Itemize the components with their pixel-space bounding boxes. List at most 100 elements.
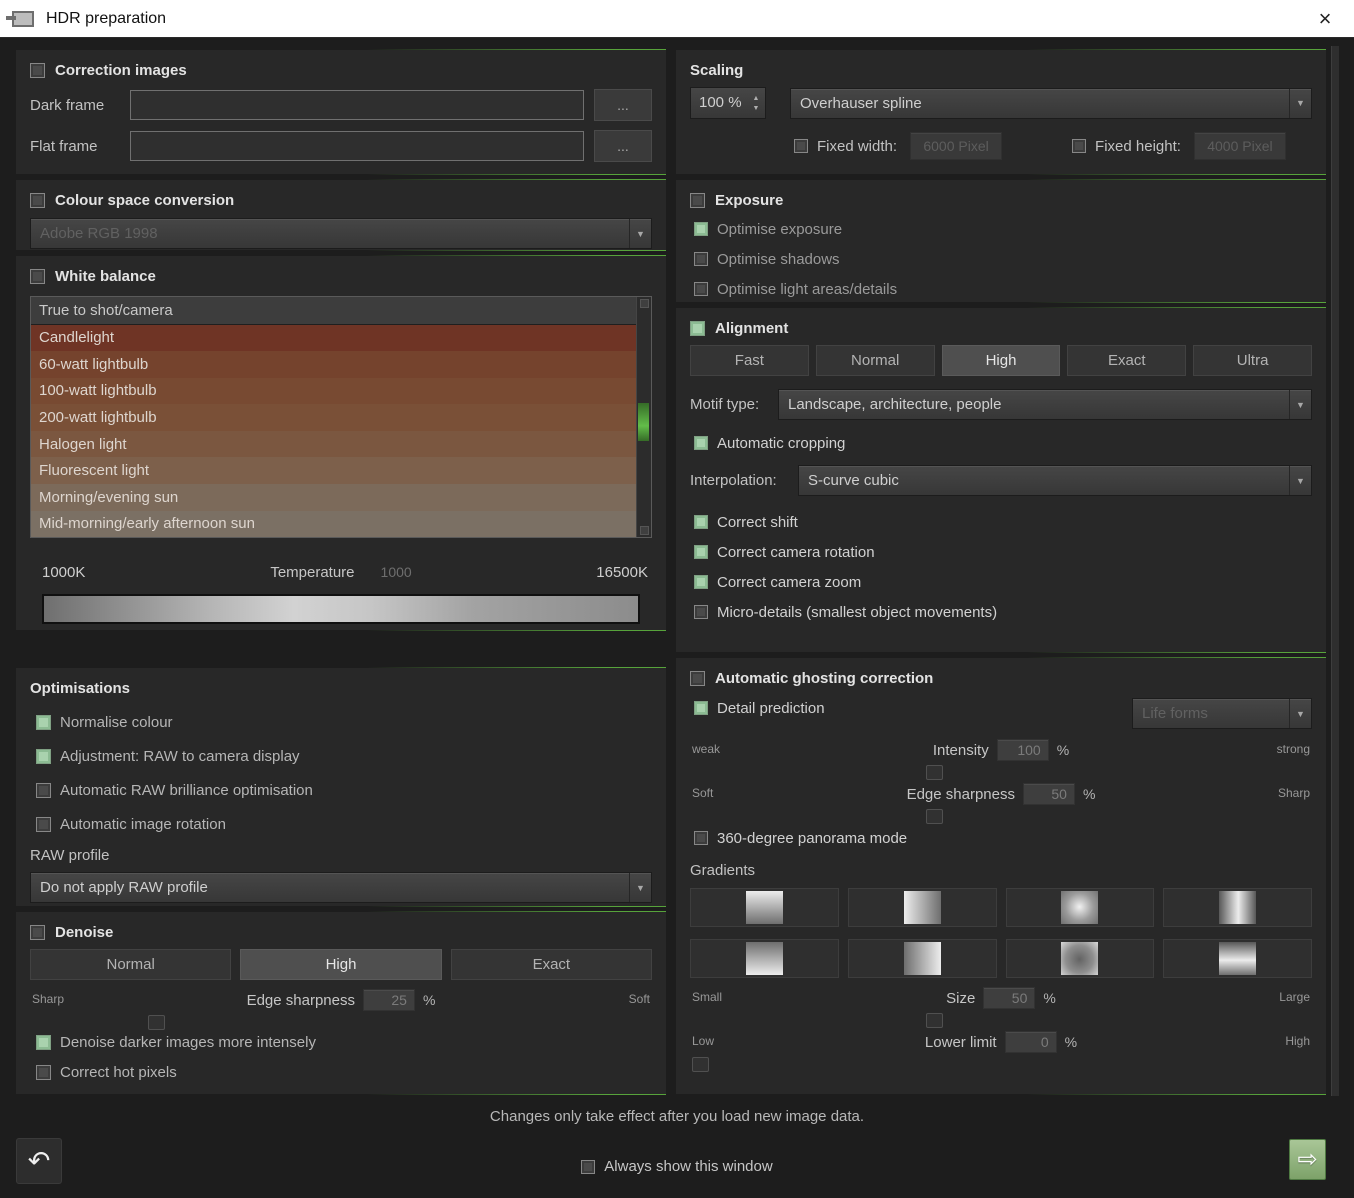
fixed-width-input[interactable]: 6000 Pixel <box>910 132 1002 160</box>
list-item[interactable]: Candlelight <box>31 325 637 352</box>
chevron-down-icon[interactable]: ▼ <box>629 873 651 902</box>
ghosting-edge-sharpness-slider[interactable]: Soft Edge sharpness 50 % Sharp <box>690 782 1312 826</box>
gradient-tile-1[interactable] <box>690 888 839 927</box>
slider-value[interactable]: 25 <box>363 989 415 1011</box>
gradient-tile-7[interactable] <box>1006 939 1155 978</box>
correct-hot-pixels-checkbox[interactable] <box>36 1065 51 1080</box>
list-item[interactable]: Fluorescent light <box>31 457 637 484</box>
denoise-mode-normal[interactable]: Normal <box>30 949 231 980</box>
chevron-down-icon[interactable]: ▼ <box>1289 699 1311 728</box>
ghosting-correction-checkbox[interactable] <box>690 671 705 686</box>
scroll-down-icon[interactable] <box>640 526 649 535</box>
optimise-light-areas-checkbox[interactable] <box>694 282 708 296</box>
denoise-mode-high[interactable]: High <box>240 949 441 980</box>
list-item[interactable]: Morning/evening sun <box>31 484 637 511</box>
flat-frame-browse-button[interactable]: ... <box>594 130 652 162</box>
flat-frame-input[interactable] <box>130 131 584 161</box>
alignment-mode-exact[interactable]: Exact <box>1067 345 1186 376</box>
undo-button[interactable]: ↶ <box>16 1138 62 1184</box>
correct-shift-checkbox[interactable] <box>694 515 708 529</box>
detail-prediction-checkbox[interactable] <box>694 701 708 715</box>
white-balance-checkbox[interactable] <box>30 269 45 284</box>
slider-handle[interactable] <box>926 809 943 824</box>
fixed-height-input[interactable]: 4000 Pixel <box>1194 132 1286 160</box>
list-item[interactable]: 60-watt lightbulb <box>31 351 637 378</box>
slider-handle[interactable] <box>148 1015 165 1030</box>
list-item[interactable]: Mid-morning/early afternoon sun <box>31 511 637 538</box>
slider-handle[interactable] <box>926 1013 943 1028</box>
gradient-thumb <box>1061 891 1098 924</box>
scroll-up-icon[interactable] <box>640 299 649 308</box>
scaling-method-dropdown[interactable]: Overhauser spline ▼ <box>790 88 1312 119</box>
scrollbar[interactable] <box>636 297 651 537</box>
size-slider[interactable]: Small Size 50 % Large <box>690 986 1312 1030</box>
chevron-down-icon[interactable]: ▼ <box>1289 390 1311 419</box>
slider-value[interactable]: 0 <box>1005 1031 1057 1053</box>
slider-value[interactable]: 50 <box>1023 783 1075 805</box>
optimise-shadows-checkbox[interactable] <box>694 252 708 266</box>
gradient-tile-5[interactable] <box>690 939 839 978</box>
raw-profile-label: RAW profile <box>30 847 652 864</box>
slider-value[interactable]: 50 <box>983 987 1035 1009</box>
automatic-cropping-checkbox[interactable] <box>694 436 708 450</box>
fixed-width-checkbox[interactable] <box>794 139 808 153</box>
raw-profile-dropdown[interactable]: Do not apply RAW profile ▼ <box>30 872 652 903</box>
slider-handle[interactable] <box>926 765 943 780</box>
gradient-tile-2[interactable] <box>848 888 997 927</box>
scaling-percent-spinner[interactable]: 100 % ▲ ▼ <box>690 87 766 119</box>
dark-frame-input[interactable] <box>130 90 584 120</box>
intensity-slider[interactable]: weak Intensity 100 % strong <box>690 738 1312 782</box>
dark-frame-browse-button[interactable]: ... <box>594 89 652 121</box>
raw-to-camera-display-checkbox[interactable] <box>36 749 51 764</box>
confirm-button[interactable]: ⇨ <box>1289 1139 1326 1180</box>
interpolation-dropdown[interactable]: S-curve cubic ▼ <box>798 465 1312 496</box>
correct-camera-rotation-checkbox[interactable] <box>694 545 708 559</box>
dialog-scrollbar-track[interactable] <box>1331 46 1339 1096</box>
list-item[interactable]: 100-watt lightbulb <box>31 378 637 405</box>
alignment-mode-normal[interactable]: Normal <box>816 345 935 376</box>
denoise-darker-checkbox[interactable] <box>36 1035 51 1050</box>
micro-details-checkbox[interactable] <box>694 605 708 619</box>
colour-space-checkbox[interactable] <box>30 193 45 208</box>
list-item[interactable]: Halogen light <box>31 431 637 458</box>
correction-images-checkbox[interactable] <box>30 63 45 78</box>
edge-sharpness-slider[interactable]: Sharp Edge sharpness 25 % Soft <box>30 988 652 1026</box>
optimise-exposure-checkbox[interactable] <box>694 222 708 236</box>
gradient-tile-4[interactable] <box>1163 888 1312 927</box>
gradient-tile-6[interactable] <box>848 939 997 978</box>
alignment-checkbox[interactable] <box>690 321 705 336</box>
correct-camera-zoom-checkbox[interactable] <box>694 575 708 589</box>
gradient-tile-8[interactable] <box>1163 939 1312 978</box>
slider-unit: % <box>423 992 435 1008</box>
spin-down-icon[interactable]: ▼ <box>753 105 760 112</box>
slider-value[interactable]: 100 <box>997 739 1049 761</box>
gradient-tile-3[interactable] <box>1006 888 1155 927</box>
alignment-mode-high[interactable]: High <box>942 345 1061 376</box>
life-forms-dropdown[interactable]: Life forms ▼ <box>1132 698 1312 729</box>
normalise-colour-checkbox[interactable] <box>36 715 51 730</box>
panorama-mode-checkbox[interactable] <box>694 831 708 845</box>
auto-image-rotation-checkbox[interactable] <box>36 817 51 832</box>
scrollbar-thumb[interactable] <box>638 403 649 441</box>
chevron-down-icon[interactable]: ▼ <box>1289 89 1311 118</box>
list-item[interactable]: 200-watt lightbulb <box>31 404 637 431</box>
chevron-down-icon[interactable]: ▼ <box>1289 466 1311 495</box>
chevron-down-icon[interactable]: ▼ <box>629 219 651 248</box>
motif-type-dropdown[interactable]: Landscape, architecture, people ▼ <box>778 389 1312 420</box>
denoise-mode-exact[interactable]: Exact <box>451 949 652 980</box>
denoise-checkbox[interactable] <box>30 925 45 940</box>
raw-brilliance-checkbox[interactable] <box>36 783 51 798</box>
spin-up-icon[interactable]: ▲ <box>753 95 760 102</box>
alignment-mode-fast[interactable]: Fast <box>690 345 809 376</box>
temperature-slider[interactable] <box>42 594 640 624</box>
gradient-thumb <box>904 942 941 975</box>
exposure-checkbox[interactable] <box>690 193 705 208</box>
lower-limit-slider[interactable]: Low Lower limit 0 % High <box>690 1030 1312 1074</box>
alignment-mode-ultra[interactable]: Ultra <box>1193 345 1312 376</box>
colour-space-dropdown[interactable]: Adobe RGB 1998 ▼ <box>30 218 652 249</box>
fixed-height-checkbox[interactable] <box>1072 139 1086 153</box>
close-icon[interactable]: × <box>1310 4 1340 34</box>
always-show-checkbox[interactable] <box>581 1160 595 1174</box>
list-item[interactable]: True to shot/camera <box>31 297 637 325</box>
slider-handle[interactable] <box>692 1057 709 1072</box>
